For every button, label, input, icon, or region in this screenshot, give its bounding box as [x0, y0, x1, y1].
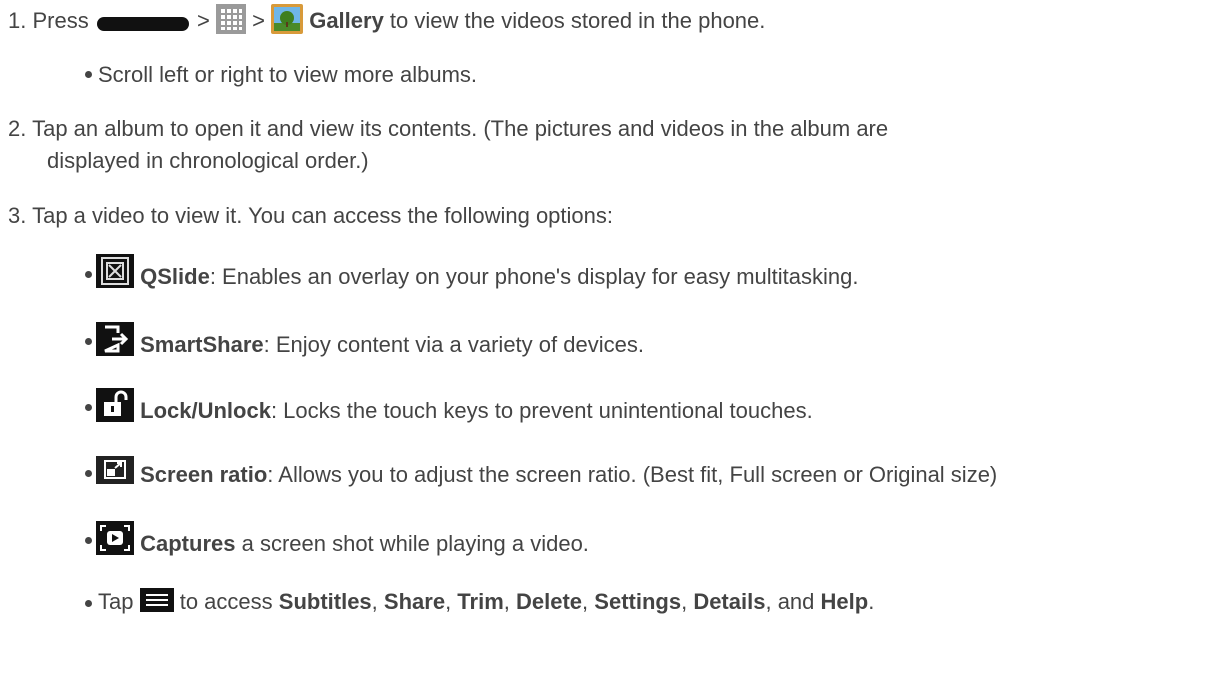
- option-label: SmartShare: [140, 332, 264, 357]
- bullet: [85, 537, 92, 544]
- bullet: [85, 338, 92, 345]
- step-number: 2.: [8, 116, 27, 141]
- bullet: [85, 600, 92, 607]
- menu-item-delete: Delete: [516, 589, 583, 614]
- menu-icon: [139, 588, 174, 620]
- bullet: [85, 271, 92, 278]
- home-key-icon: [95, 12, 191, 42]
- option-desc: : Enables an overlay on your phone's dis…: [209, 264, 859, 289]
- option-desc: : Locks the touch keys to prevent uninte…: [270, 398, 813, 423]
- separator: >: [196, 8, 210, 33]
- comma: ,: [371, 589, 384, 614]
- menu-item-trim: Trim: [457, 589, 504, 614]
- bullet: [85, 71, 92, 78]
- comma: ,: [445, 589, 458, 614]
- step-1: 1. Press > > Gallery to view the videos …: [8, 4, 765, 42]
- bullet: [85, 470, 92, 477]
- step-text: Tap an album to open it and view its con…: [32, 116, 889, 141]
- separator: >: [252, 8, 265, 33]
- option-desc: : Allows you to adjust the screen ratio.…: [267, 462, 998, 487]
- menu-tap: Tap: [98, 589, 134, 614]
- option-captures: Captures a screen shot while playing a v…: [96, 521, 589, 563]
- option-label: Lock/Unlock: [140, 398, 271, 423]
- option-desc: : Enjoy content via a variety of devices…: [263, 332, 644, 357]
- period: .: [868, 589, 875, 614]
- step-number: 3.: [8, 203, 27, 228]
- comma: ,: [582, 589, 595, 614]
- step-number: 1.: [8, 8, 27, 33]
- apps-grid-icon: [215, 4, 246, 42]
- gallery-label: Gallery: [309, 8, 384, 33]
- smartshare-icon: [96, 322, 134, 364]
- screen-ratio-icon: [96, 456, 134, 492]
- step-2-line-2: displayed in chronological order.): [47, 148, 369, 173]
- step-text: to view the videos stored in the phone.: [383, 8, 766, 33]
- gallery-icon: [271, 4, 304, 42]
- option-label: Captures: [140, 531, 236, 556]
- option-lock-unlock: Lock/Unlock: Locks the touch keys to pre…: [96, 388, 813, 430]
- lock-icon: [96, 388, 134, 430]
- option-label: Screen ratio: [140, 462, 268, 487]
- menu-item-settings: Settings: [594, 589, 682, 614]
- menu-item-subtitles: Subtitles: [278, 589, 372, 614]
- step-3: 3. Tap a video to view it. You can acces…: [8, 201, 613, 231]
- menu-to-access: to access: [173, 589, 279, 614]
- bullet: [85, 404, 92, 411]
- option-smartshare: SmartShare: Enjoy content via a variety …: [96, 322, 644, 364]
- comma: ,: [503, 589, 516, 614]
- option-screen-ratio: Screen ratio: Allows you to adjust the s…: [96, 456, 997, 492]
- menu-item-help: Help: [820, 589, 869, 614]
- step-1-bullet: Scroll left or right to view more albums…: [98, 62, 478, 87]
- step-2: 2. Tap an album to open it and view its …: [8, 114, 888, 144]
- option-label: QSlide: [140, 264, 210, 289]
- menu-line: Tap to access Subtitles, Share, Trim, De…: [98, 587, 874, 620]
- capture-icon: [96, 521, 134, 563]
- step-text: Tap a video to view it. You can access t…: [32, 203, 613, 228]
- menu-item-share: Share: [383, 589, 446, 614]
- step-text-press: Press: [32, 8, 89, 33]
- option-desc: a screen shot while playing a video.: [235, 531, 589, 556]
- and-separator: , and: [765, 589, 821, 614]
- menu-item-details: Details: [693, 589, 766, 614]
- option-qslide: QSlide: Enables an overlay on your phone…: [96, 254, 858, 296]
- qslide-icon: [96, 254, 134, 296]
- comma: ,: [681, 589, 694, 614]
